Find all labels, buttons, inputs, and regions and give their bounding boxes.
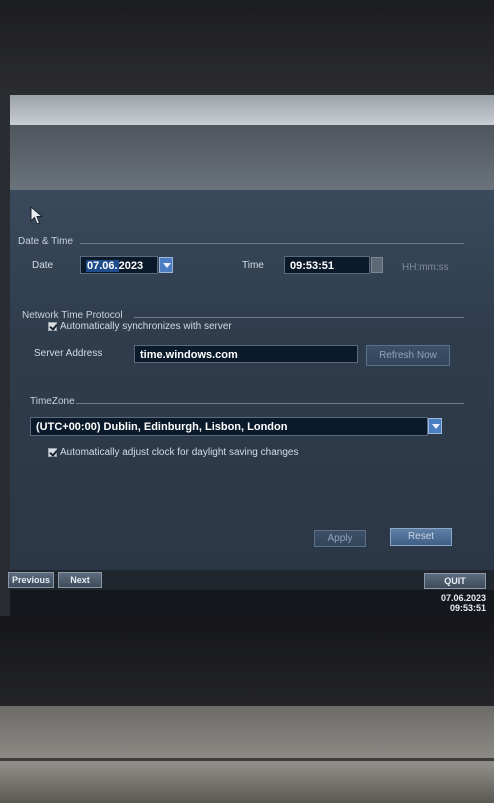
time-label: Time — [242, 260, 264, 271]
quit-button[interactable]: QUIT — [424, 573, 486, 589]
desk-frame — [0, 706, 494, 803]
ntp-section-title: Network Time Protocol — [22, 310, 123, 321]
auto-sync-checkbox[interactable] — [48, 322, 57, 331]
refresh-now-button[interactable]: Refresh Now — [366, 345, 450, 366]
date-label: Date — [32, 260, 54, 271]
server-address-label: Server Address — [34, 348, 103, 359]
status-date: 07.06.2023 — [440, 593, 486, 603]
screen-header-area — [10, 95, 494, 125]
desk-frame-edge — [0, 758, 494, 761]
timezone-dropdown-icon[interactable] — [428, 418, 442, 434]
date-year: 2023 — [118, 260, 144, 272]
status-time: 09:53:51 — [449, 603, 486, 613]
dst-label: Automatically adjust clock for daylight … — [60, 447, 299, 458]
time-spinner-icon[interactable] — [371, 257, 383, 273]
ntp-divider — [134, 317, 464, 318]
previous-button[interactable]: Previous — [8, 572, 54, 588]
date-day-month: 07.06. — [86, 260, 119, 272]
next-button[interactable]: Next — [58, 572, 102, 588]
time-format-hint: HH:mm:ss — [402, 262, 449, 273]
date-picker-dropdown-icon[interactable] — [159, 257, 173, 273]
monitor-bezel-top — [0, 0, 494, 95]
date-field[interactable]: 07.06.2023 — [80, 256, 158, 274]
settings-panel — [10, 190, 494, 570]
reset-button[interactable]: Reset — [390, 528, 452, 546]
monitor-lower-bezel — [0, 616, 494, 706]
status-bar — [10, 590, 494, 616]
time-field[interactable]: 09:53:51 — [284, 256, 370, 274]
server-address-input[interactable]: time.windows.com — [134, 345, 358, 363]
dst-checkbox[interactable] — [48, 448, 57, 457]
auto-sync-label: Automatically synchronizes with server — [60, 321, 232, 332]
screen-toolbar-area — [10, 125, 494, 190]
apply-button[interactable]: Apply — [314, 530, 366, 547]
date-time-section-title: Date & Time — [18, 236, 74, 247]
timezone-select[interactable]: (UTC+00:00) Dublin, Edinburgh, Lisbon, L… — [30, 417, 428, 436]
timezone-section-title: TimeZone — [30, 396, 75, 407]
mouse-cursor-icon — [30, 206, 44, 225]
date-time-divider — [80, 243, 464, 244]
timezone-divider — [76, 403, 464, 404]
